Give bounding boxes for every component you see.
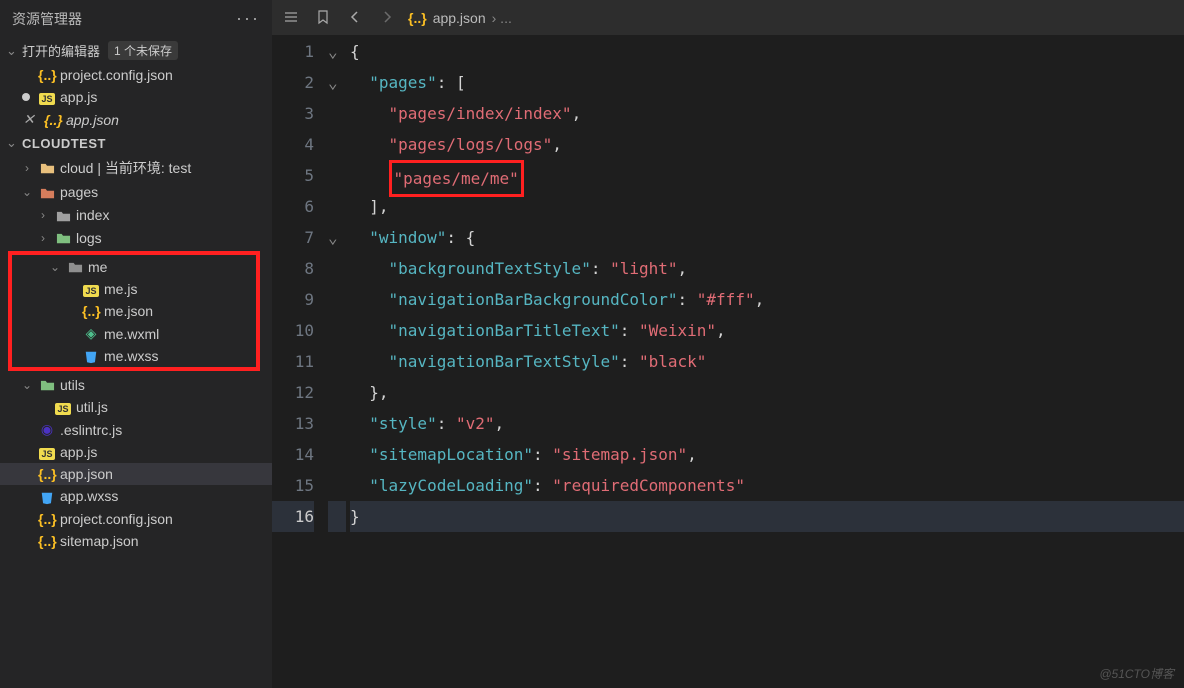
project-section[interactable]: ⌄ CLOUDTEST (0, 131, 272, 155)
file-item[interactable]: ◉.eslintrc.js (0, 418, 272, 441)
editor-pane: {..} app.json › ... 12345678910111213141… (272, 0, 1184, 688)
folder-item[interactable]: › cloud | 当前环境: test (0, 155, 272, 181)
chevron-icon: ⌄ (20, 378, 34, 392)
open-editors-label: 打开的编辑器 (22, 41, 100, 60)
more-icon[interactable]: ··· (236, 8, 260, 29)
editor-tabbar: {..} app.json › ... (272, 0, 1184, 36)
chevron-down-icon: ⌄ (6, 43, 18, 59)
file-item[interactable]: {..}sitemap.json (0, 530, 272, 552)
code-editor[interactable]: 12345678910111213141516 ⌄⌄⌄ { "pages": [… (272, 36, 1184, 688)
open-editor-item[interactable]: ✕{..}app.json (0, 108, 272, 131)
open-editor-item[interactable]: {..}project.config.json (0, 64, 272, 86)
tree-label: utils (60, 377, 85, 393)
tree-label: pages (60, 184, 98, 200)
tree-label: app.js (60, 444, 97, 460)
tree-label: me.js (104, 281, 137, 297)
file-label: project.config.json (60, 67, 173, 83)
file-item[interactable]: ◈me.wxml (12, 322, 256, 345)
file-item[interactable]: {..}app.json (0, 463, 272, 485)
file-item[interactable]: JSapp.js (0, 441, 272, 463)
modified-dot-icon (22, 93, 30, 101)
fold-column[interactable]: ⌄⌄⌄ (328, 36, 346, 688)
file-label: app.js (60, 89, 97, 105)
nav-back-icon[interactable] (344, 9, 366, 27)
list-icon[interactable] (280, 9, 302, 27)
tree-label: cloud | 当前环境: test (60, 158, 191, 178)
json-icon: {..} (408, 10, 427, 26)
chevron-icon: › (36, 208, 50, 222)
close-icon[interactable]: ✕ (23, 111, 37, 128)
tree-label: app.json (60, 466, 113, 482)
chevron-down-icon: ⌄ (6, 135, 18, 151)
tree-label: util.js (76, 399, 108, 415)
chevron-icon: › (36, 231, 50, 245)
tree-label: me (88, 259, 107, 275)
code-content[interactable]: { "pages": [ "pages/index/index", "pages… (346, 36, 1184, 688)
explorer-title: 资源管理器 (12, 9, 82, 29)
tree-label: me.wxss (104, 348, 158, 364)
tree-label: app.wxss (60, 488, 118, 504)
highlight-box: ⌄ me JSme.js{..}me.json◈me.wxml me.wxss (8, 251, 260, 371)
watermark: @51CTO博客 (1099, 665, 1174, 682)
tree-label: .eslintrc.js (60, 422, 122, 438)
tree-label: project.config.json (60, 511, 173, 527)
explorer-sidebar: 资源管理器 ··· ⌄ 打开的编辑器 1 个未保存 {..}project.co… (0, 0, 272, 688)
open-editor-item[interactable]: JSapp.js (0, 86, 272, 108)
tree-label: sitemap.json (60, 533, 139, 549)
explorer-header: 资源管理器 ··· (0, 0, 272, 37)
tree-label: logs (76, 230, 102, 246)
nav-forward-icon[interactable] (376, 9, 398, 27)
breadcrumb-file: app.json (433, 10, 486, 26)
chevron-icon: ⌄ (20, 185, 34, 199)
open-editors-section[interactable]: ⌄ 打开的编辑器 1 个未保存 (0, 37, 272, 64)
tree-label: me.json (104, 303, 153, 319)
file-label: app.json (66, 112, 119, 128)
file-item[interactable]: {..}project.config.json (0, 508, 272, 530)
file-item[interactable]: {..}me.json (12, 300, 256, 322)
chevron-icon: ⌄ (48, 260, 62, 274)
line-gutter: 12345678910111213141516 (272, 36, 328, 688)
folder-item[interactable]: ⌄ me (12, 255, 256, 278)
breadcrumb-rest: › ... (492, 10, 512, 26)
file-item[interactable]: app.wxss (0, 485, 272, 507)
file-item[interactable]: JSutil.js (0, 396, 272, 418)
chevron-icon: › (20, 161, 34, 175)
unsaved-badge: 1 个未保存 (108, 41, 178, 60)
bookmark-icon[interactable] (312, 9, 334, 27)
tree-label: index (76, 207, 109, 223)
file-item[interactable]: me.wxss (12, 345, 256, 367)
folder-item[interactable]: › logs (0, 227, 272, 250)
project-name: CLOUDTEST (22, 136, 106, 151)
tree-label: me.wxml (104, 326, 159, 342)
breadcrumb[interactable]: {..} app.json › ... (408, 10, 512, 26)
folder-item[interactable]: ⌄ pages (0, 181, 272, 204)
folder-item[interactable]: › index (0, 204, 272, 227)
folder-item[interactable]: ⌄ utils (0, 373, 272, 396)
file-item[interactable]: JSme.js (12, 278, 256, 300)
